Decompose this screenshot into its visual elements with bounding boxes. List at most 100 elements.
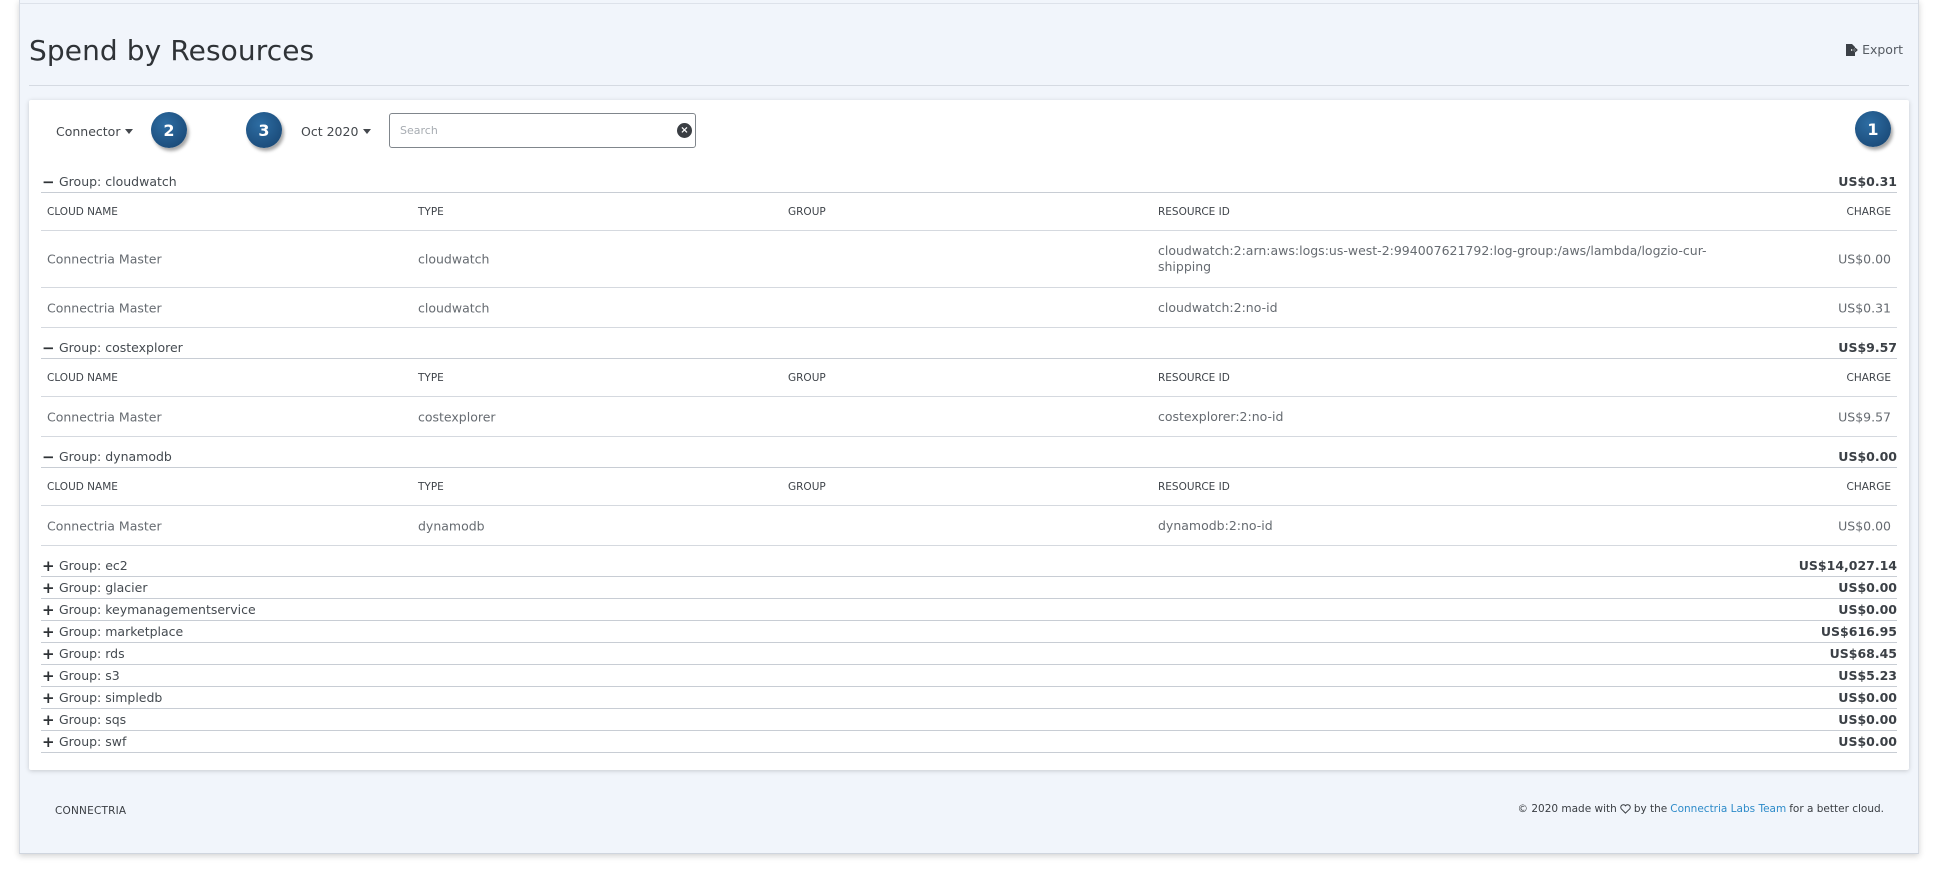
group-total: US$0.00	[1838, 449, 1897, 464]
caret-down-icon	[125, 129, 134, 134]
column-header-type[interactable]: TYPE	[418, 206, 444, 218]
group-total: US$0.31	[1838, 174, 1897, 189]
group-total: US$0.00	[1838, 712, 1897, 727]
column-header-charge[interactable]: CHARGE	[1847, 206, 1891, 218]
group-header[interactable]: + Group: glacier US$0.00	[41, 577, 1897, 599]
expand-icon[interactable]: +	[41, 579, 59, 597]
group-header[interactable]: + Group: swf US$0.00	[41, 731, 1897, 753]
toolbar: Connector 2 3 Oct 2020 × 1	[29, 100, 1909, 160]
expand-icon[interactable]: +	[41, 667, 59, 685]
footer-brand: CONNECTRIA	[55, 805, 127, 817]
group-label: Group: costexplorer	[59, 340, 183, 355]
group-total: US$616.95	[1820, 624, 1897, 639]
group-label: Group: keymanagementservice	[59, 602, 256, 617]
group-header[interactable]: + Group: ec2 US$14,027.14	[41, 555, 1897, 577]
column-header-type[interactable]: TYPE	[418, 372, 444, 384]
cell-resource-id: cloudwatch:2:arn:aws:logs:us-west-2:9940…	[1158, 243, 1707, 274]
step-badge-1: 1	[1855, 111, 1891, 147]
group-header[interactable]: − Group: cloudwatch US$0.31	[41, 171, 1897, 193]
column-header-resource-id[interactable]: RESOURCE ID	[1158, 370, 1718, 386]
cell-resource-id: dynamodb:2:no-id	[1158, 517, 1273, 533]
group-label: Group: sqs	[59, 712, 127, 727]
export-label: Export	[1862, 42, 1903, 57]
cell-charge: US$0.00	[1838, 251, 1891, 267]
expand-icon[interactable]: +	[41, 557, 59, 575]
column-header-row: CLOUD NAME TYPE GROUP RESOURCE ID CHARGE	[41, 359, 1897, 397]
column-header-charge[interactable]: CHARGE	[1847, 481, 1891, 493]
footer-middle: by the	[1633, 803, 1668, 815]
cell-type: costexplorer	[418, 409, 496, 424]
cell-cloud-name: Connectria Master	[47, 300, 162, 315]
collapse-icon[interactable]: −	[41, 339, 59, 357]
column-header-resource-id[interactable]: RESOURCE ID	[1158, 479, 1718, 495]
column-header-charge[interactable]: CHARGE	[1847, 372, 1891, 384]
group-label: Group: cloudwatch	[59, 174, 177, 189]
expand-icon[interactable]: +	[41, 689, 59, 707]
footer-suffix: for a better cloud.	[1789, 803, 1884, 815]
expand-icon[interactable]: +	[41, 645, 59, 663]
cell-cloud-name: Connectria Master	[47, 251, 162, 267]
expand-icon[interactable]: +	[41, 601, 59, 619]
collapse-icon[interactable]: −	[41, 448, 59, 466]
cell-charge: US$9.57	[1838, 409, 1891, 424]
expand-icon[interactable]: +	[41, 623, 59, 641]
cell-cloud-name: Connectria Master	[47, 409, 162, 424]
cell-resource-id: costexplorer:2:no-id	[1158, 408, 1284, 424]
group-header[interactable]: + Group: sqs US$0.00	[41, 709, 1897, 731]
cell-type: cloudwatch	[418, 251, 490, 267]
month-label: Oct 2020	[301, 124, 359, 139]
month-dropdown[interactable]: Oct 2020	[301, 124, 372, 139]
group-label: Group: dynamodb	[59, 449, 172, 464]
table-row[interactable]: Connectria Master dynamodb dynamodb:2:no-i…	[41, 506, 1897, 546]
app-frame: Spend by Resources Export Connector 2 3 …	[19, 0, 1919, 854]
step-badge-3: 3	[246, 112, 282, 148]
column-header-cloud-name[interactable]: CLOUD NAME	[47, 372, 118, 384]
group-label: Group: rds	[59, 646, 125, 661]
group-header[interactable]: + Group: s3 US$5.23	[41, 665, 1897, 687]
column-header-group[interactable]: GROUP	[788, 372, 826, 384]
table-row[interactable]: Connectria Master cloudwatch cloudwatch:2:…	[41, 288, 1897, 328]
column-header-row: CLOUD NAME TYPE GROUP RESOURCE ID CHARGE	[41, 468, 1897, 506]
step-badge-2: 2	[151, 112, 187, 148]
collapse-icon[interactable]: −	[41, 173, 59, 191]
column-header-group[interactable]: GROUP	[788, 481, 826, 493]
resources-card: Connector 2 3 Oct 2020 × 1 −Group: cloud…	[29, 100, 1909, 770]
cell-charge: US$0.31	[1838, 300, 1891, 315]
group-total: US$9.57	[1838, 340, 1897, 355]
group-label: Group: marketplace	[59, 624, 184, 639]
group-total: US$0.00	[1838, 734, 1897, 749]
connectria-labs-link[interactable]: Connectria Labs Team	[1670, 803, 1786, 815]
column-header-type[interactable]: TYPE	[418, 481, 444, 493]
cell-resource-id: cloudwatch:2:no-id	[1158, 299, 1278, 315]
caret-down-icon	[363, 129, 372, 134]
group-header[interactable]: − Group: costexplorer US$9.57	[41, 337, 1897, 359]
search-box: ×	[389, 113, 696, 148]
group-total: US$5.23	[1838, 668, 1897, 683]
footer-credit: © 2020 made with by the Connectria Labs …	[1518, 803, 1885, 815]
cell-type: cloudwatch	[418, 300, 490, 315]
footer-prefix: © 2020 made with	[1517, 803, 1617, 815]
column-header-cloud-name[interactable]: CLOUD NAME	[47, 206, 118, 218]
connector-dropdown[interactable]: Connector	[56, 124, 134, 139]
cell-charge: US$0.00	[1838, 518, 1891, 533]
group-total: US$0.00	[1838, 580, 1897, 595]
group-header[interactable]: − Group: dynamodb US$0.00	[41, 446, 1897, 468]
expand-icon[interactable]: +	[41, 711, 59, 729]
table-row[interactable]: Connectria Master costexplorer costexplore…	[41, 397, 1897, 437]
column-header-cloud-name[interactable]: CLOUD NAME	[47, 481, 118, 493]
export-icon	[1846, 43, 1859, 56]
group-header[interactable]: + Group: simpledb US$0.00	[41, 687, 1897, 709]
table-row[interactable]: Connectria Master cloudwatch cloudwatch:2:…	[41, 231, 1897, 288]
expand-icon[interactable]: +	[41, 733, 59, 751]
group-header[interactable]: + Group: rds US$68.45	[41, 643, 1897, 665]
cell-cloud-name: Connectria Master	[47, 518, 162, 533]
group-header[interactable]: + Group: keymanagementservice US$0.00	[41, 599, 1897, 621]
column-header-resource-id[interactable]: RESOURCE ID	[1158, 204, 1718, 220]
group-label: Group: ec2	[59, 558, 128, 573]
search-input[interactable]	[390, 114, 660, 147]
column-header-group[interactable]: GROUP	[788, 206, 826, 218]
group-total: US$14,027.14	[1798, 558, 1897, 573]
group-header[interactable]: + Group: marketplace US$616.95	[41, 621, 1897, 643]
clear-search-icon[interactable]: ×	[677, 123, 692, 138]
export-button[interactable]: Export	[1844, 42, 1903, 57]
